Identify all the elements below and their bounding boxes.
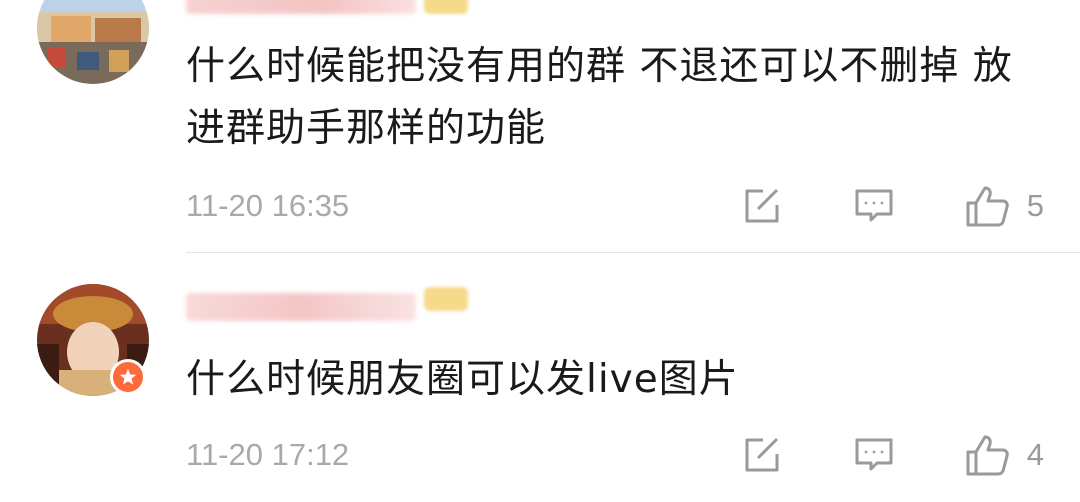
comment-time: 11-20 16:35 <box>186 188 350 223</box>
avatar[interactable] <box>37 0 149 84</box>
like-count: 5 <box>1026 188 1044 223</box>
like-count: 4 <box>1026 437 1044 472</box>
user-level-badge <box>424 0 468 14</box>
comment-time: 11-20 17:12 <box>186 437 350 472</box>
comment-meta: 11-20 17:12 4 <box>186 429 1044 481</box>
reply-button[interactable] <box>853 186 895 226</box>
vip-star-icon <box>110 359 146 395</box>
user-level-badge <box>424 287 468 311</box>
like-button[interactable]: 4 <box>965 433 1044 477</box>
share-edit-icon <box>745 188 779 223</box>
comment-bubble-icon <box>855 189 893 222</box>
comment-text: 什么时候朋友圈可以发live图片 <box>186 357 739 402</box>
thumbs-up-icon <box>966 435 1009 476</box>
comment-text: 什么时候能把没有用的群 不退还可以不删掉 放进群助手那样的功能 <box>186 44 1013 151</box>
comment-item: 什么时候能把没有用的群 不退还可以不删掉 放进群助手那样的功能 11-20 16… <box>0 0 1080 253</box>
share-edit-icon <box>745 437 779 472</box>
comment-item: 什么时候朋友圈可以发live图片 11-20 17:12 4 <box>0 253 1080 502</box>
share-button[interactable] <box>741 435 781 475</box>
comment-bubble-icon <box>855 438 893 471</box>
comment-meta: 11-20 16:35 5 <box>186 180 1044 232</box>
share-button[interactable] <box>741 186 781 226</box>
reply-button[interactable] <box>853 435 895 475</box>
username-blurred[interactable] <box>186 0 416 14</box>
comment-actions: 5 <box>741 180 1044 232</box>
like-button[interactable]: 5 <box>965 184 1044 228</box>
comment-actions: 4 <box>741 429 1044 481</box>
username-blurred[interactable] <box>186 293 416 321</box>
thumbs-up-icon <box>966 186 1009 227</box>
